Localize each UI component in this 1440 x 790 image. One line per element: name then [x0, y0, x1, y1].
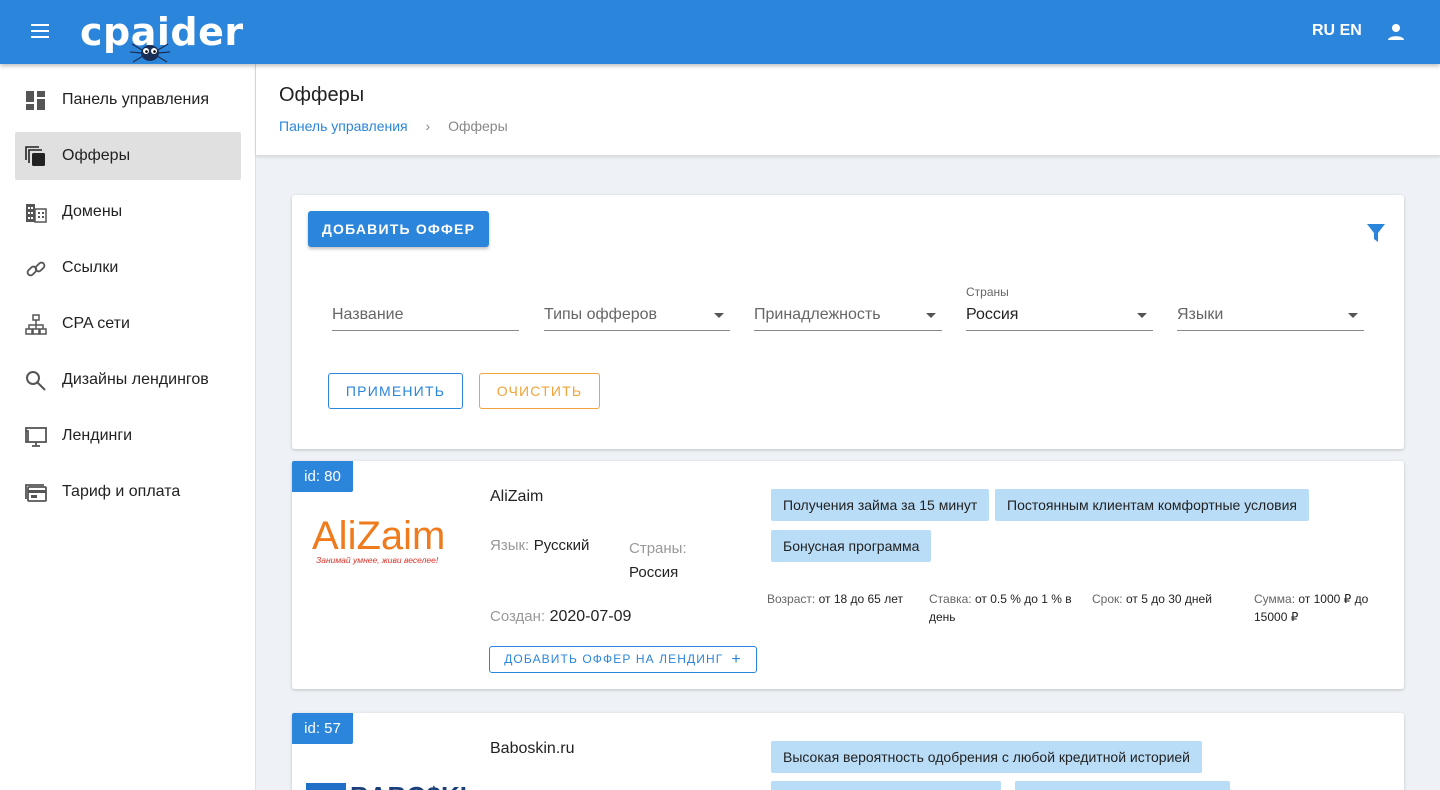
offer-types-select[interactable]: Типы офферов — [544, 285, 730, 331]
ownership-placeholder: Принадлежность — [754, 306, 881, 323]
offer-logo: BABO$KIN — [306, 777, 466, 790]
offers-icon — [25, 146, 45, 166]
sidebar-item-label: Дизайны лендингов — [62, 371, 209, 388]
payment-icon — [25, 484, 47, 502]
sidebar-item-label: Панель управления — [62, 91, 209, 108]
breadcrumb-current: Офферы — [448, 118, 508, 134]
filter-card: ДОБАВИТЬ ОФФЕР Название Типы офферов При… — [292, 195, 1404, 449]
offer-logo-text: BABO$KIN — [350, 781, 466, 790]
sidebar: Панель управления Офферы Домены Ссылки C… — [0, 64, 256, 790]
top-app-bar: cpaider RU EN — [0, 0, 1440, 64]
sidebar-item-label: Ссылки — [62, 259, 119, 276]
sidebar-item-landing-designs[interactable]: Дизайны лендингов — [15, 356, 241, 404]
offer-tag-partial — [771, 781, 1001, 790]
sidebar-item-label: Офферы — [62, 147, 131, 164]
add-offer-button[interactable]: ДОБАВИТЬ ОФФЕР — [308, 211, 489, 247]
offer-name: AliZaim — [490, 488, 544, 505]
offer-countries: Страны: Россия — [629, 537, 687, 585]
plus-icon: + — [731, 650, 742, 668]
sum-label: Сумма: — [1254, 592, 1296, 606]
offer-tag-partial — [1015, 781, 1230, 790]
offer-id-badge: id: 57 — [292, 713, 353, 744]
countries-label: Страны — [966, 285, 1009, 299]
term-value: от 5 до 30 дней — [1125, 592, 1212, 606]
lang-ru[interactable]: RU — [1312, 22, 1335, 39]
monitor-icon — [25, 427, 47, 447]
sidebar-item-billing[interactable]: Тариф и оплата — [15, 468, 241, 516]
offer-tag: Постоянным клиентам комфортные условия — [995, 489, 1310, 521]
sidebar-item-offers[interactable]: Офферы — [15, 132, 241, 180]
apply-button[interactable]: ПРИМЕНИТЬ — [328, 373, 463, 409]
sidebar-item-landings[interactable]: Лендинги — [15, 412, 241, 460]
spider-logo-icon — [130, 43, 170, 63]
age-label: Возраст: — [767, 592, 816, 606]
dropdown-arrow-icon — [1137, 313, 1147, 318]
language-label: Язык: — [490, 537, 530, 554]
offer-tag: Получения займа за 15 минут — [771, 489, 990, 521]
offer-condition-term: Срок: от 5 до 30 дней — [1092, 590, 1242, 608]
sidebar-item-links[interactable]: Ссылки — [15, 244, 241, 292]
sidebar-item-label: Домены — [62, 203, 123, 220]
sidebar-item-domains[interactable]: Домены — [15, 188, 241, 236]
offer-logo-text: AliZaim — [312, 514, 445, 558]
offer-types-placeholder: Типы офферов — [544, 306, 658, 323]
language-value: Русский — [533, 537, 590, 554]
name-filter-input[interactable]: Название — [332, 285, 519, 331]
dropdown-arrow-icon — [1348, 313, 1358, 318]
rate-label: Ставка: — [929, 592, 972, 606]
clear-button[interactable]: ОЧИСТИТЬ — [479, 373, 600, 409]
offer-card: id: 80 AliZaim Занимай умнее, живи весел… — [292, 461, 1404, 689]
offer-condition-sum: Сумма: от 1000 ₽ до 15000 ₽ — [1254, 590, 1389, 626]
created-label: Создан: — [490, 608, 546, 625]
dropdown-arrow-icon — [714, 313, 724, 318]
age-value: от 18 до 65 лет — [818, 592, 903, 606]
breadcrumb: Панель управления › Офферы — [279, 118, 508, 134]
sidebar-item-label: Лендинги — [62, 427, 133, 444]
offer-card: id: 57 BABO$KIN Baboskin.ru Высокая веро… — [292, 713, 1404, 790]
dashboard-icon — [26, 91, 45, 110]
page-title: Офферы — [279, 84, 365, 106]
add-offer-to-landing-button[interactable]: ДОБАВИТЬ ОФФЕР НА ЛЕНДИНГ + — [489, 646, 757, 673]
created-value: 2020-07-09 — [549, 608, 632, 625]
logo[interactable]: cpaider — [80, 8, 243, 68]
offer-logo-tagline: Занимай умнее, живи веселее! — [316, 555, 439, 565]
language-switcher: RU EN — [1312, 22, 1362, 40]
sidebar-item-label: Тариф и оплата — [62, 483, 181, 500]
offer-logo: AliZaim Занимай умнее, живи веселее! — [312, 511, 462, 571]
countries-select[interactable]: Страны Россия — [966, 285, 1153, 331]
chevron-right-icon: › — [425, 118, 431, 134]
sidebar-item-cpa-networks[interactable]: CPA сети — [15, 300, 241, 348]
filter-icon[interactable] — [1367, 223, 1385, 243]
add-offer-to-landing-label: ДОБАВИТЬ ОФФЕР НА ЛЕНДИНГ — [504, 651, 724, 666]
term-label: Срок: — [1092, 592, 1123, 606]
sidebar-item-dashboard[interactable]: Панель управления — [15, 76, 241, 124]
offer-name: Baboskin.ru — [490, 740, 575, 757]
menu-icon[interactable] — [26, 20, 54, 44]
link-icon — [26, 261, 46, 277]
languages-select[interactable]: Языки — [1177, 285, 1364, 331]
countries-value: Россия — [629, 564, 679, 581]
page-header: Офферы Панель управления › Офферы — [256, 64, 1440, 156]
offer-tag: Бонусная программа — [771, 530, 932, 562]
offer-id-badge: id: 80 — [292, 461, 353, 492]
offer-condition-age: Возраст: от 18 до 65 лет — [767, 590, 907, 608]
dropdown-arrow-icon — [926, 313, 936, 318]
offer-condition-rate: Ставка: от 0.5 % до 1 % в день — [929, 590, 1074, 626]
name-filter-placeholder: Название — [332, 306, 404, 323]
sidebar-item-label: CPA сети — [62, 315, 130, 332]
ownership-select[interactable]: Принадлежность — [754, 285, 942, 331]
offer-tag: Высокая вероятность одобрения с любой кр… — [771, 741, 1202, 773]
network-icon — [25, 314, 47, 335]
languages-placeholder: Языки — [1177, 306, 1224, 323]
search-icon — [26, 371, 46, 391]
domains-icon — [26, 204, 47, 223]
offer-language: Язык: Русский — [490, 537, 589, 555]
countries-value: Россия — [966, 306, 1019, 323]
lang-en[interactable]: EN — [1340, 22, 1362, 39]
countries-label: Страны: — [629, 540, 687, 557]
offer-created: Создан: 2020-07-09 — [490, 608, 631, 626]
user-icon[interactable] — [1384, 20, 1408, 44]
breadcrumb-root-link[interactable]: Панель управления — [279, 118, 408, 134]
